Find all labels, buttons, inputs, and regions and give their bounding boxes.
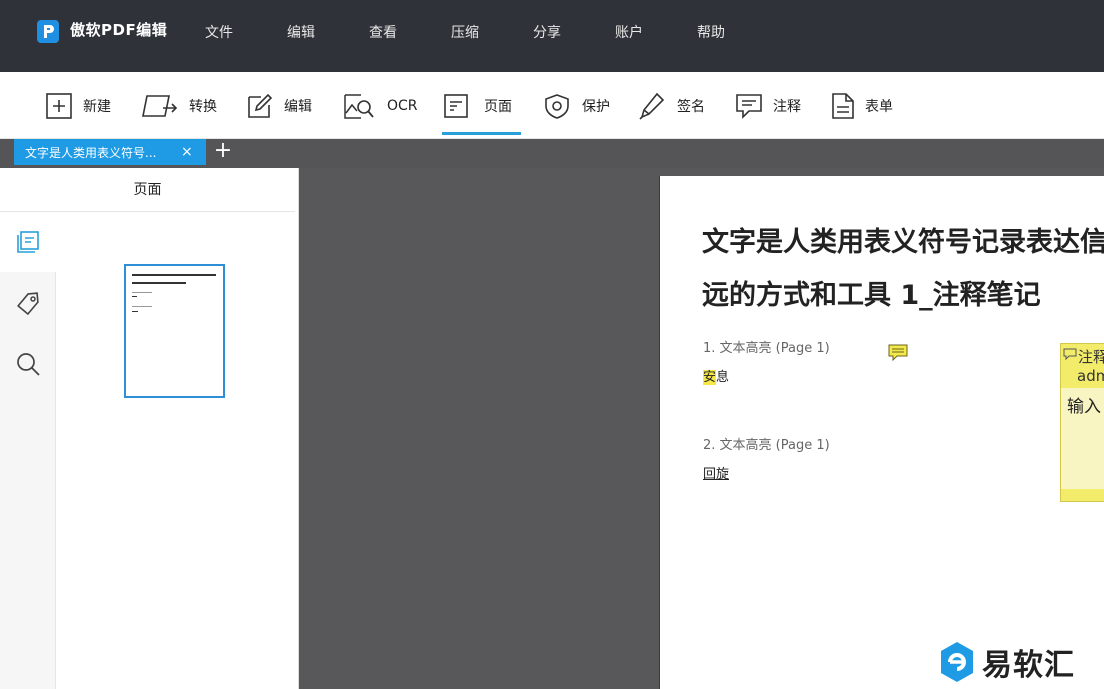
annotation-text[interactable]: 回旋	[703, 463, 729, 482]
tag-icon	[16, 292, 39, 316]
document-viewer: 文字是人类用表义符号记录表达信 远的方式和工具 1_注释笔记 1. 文本高亮 (…	[299, 168, 1104, 689]
page-thumbnail-icon	[16, 231, 39, 253]
ocr-scan-icon	[344, 93, 374, 119]
ocr-button[interactable]: OCR	[343, 72, 418, 139]
document-title-line-1: 文字是人类用表义符号记录表达信	[702, 227, 1104, 258]
toolbar: 新建 转换 编辑 OCR 页面 保护 签名 注释 表单	[0, 72, 1104, 139]
menu-view[interactable]: 查看	[369, 22, 397, 42]
plus-square-icon	[46, 92, 72, 119]
note-comment-icon[interactable]	[888, 344, 908, 366]
annotation-text: 安息	[703, 366, 729, 385]
search-icon	[17, 353, 40, 376]
convert-label: 转换	[189, 98, 217, 115]
watermark-text: 易软汇	[982, 648, 1075, 683]
new-button[interactable]: 新建	[45, 72, 111, 139]
pdf-page: 文字是人类用表义符号记录表达信 远的方式和工具 1_注释笔记 1. 文本高亮 (…	[659, 176, 1104, 689]
ocr-label: OCR	[387, 97, 418, 114]
sign-label: 签名	[677, 98, 705, 115]
search-button[interactable]	[0, 334, 56, 394]
annotation-heading: 1. 文本高亮 (Page 1)	[703, 341, 830, 356]
new-label: 新建	[83, 98, 111, 115]
document-tab-strip: 文字是人类用表义符号... × +	[0, 139, 1104, 168]
panel-title: 页面	[0, 168, 295, 212]
watermark: 易软汇	[938, 640, 1075, 684]
menu-edit[interactable]: 编辑	[287, 22, 315, 42]
note-popup-footer	[1061, 489, 1104, 501]
form-label: 表单	[865, 98, 893, 115]
document-tab[interactable]: 文字是人类用表义符号... ×	[14, 139, 206, 165]
edit-button[interactable]: 编辑	[246, 72, 312, 139]
page-label: 页面	[484, 98, 512, 115]
add-tab-button[interactable]: +	[213, 140, 233, 163]
thumb-text-line	[132, 306, 152, 307]
pen-icon	[639, 92, 665, 120]
app-logo-icon	[37, 20, 59, 43]
note-text-input[interactable]: 输入	[1067, 392, 1101, 417]
page-thumbnail[interactable]	[124, 264, 225, 398]
annotate-label: 注释	[773, 98, 801, 115]
thumb-title-line	[132, 274, 216, 276]
left-panel: 页面	[0, 168, 299, 689]
side-rail	[0, 212, 56, 689]
protect-button[interactable]: 保护	[543, 72, 610, 139]
menu-file[interactable]: 文件	[205, 22, 233, 42]
comment-icon	[736, 93, 762, 119]
page-thumbnails-button[interactable]	[0, 212, 56, 272]
protect-label: 保护	[582, 98, 610, 115]
menu-compress[interactable]: 压缩	[451, 22, 479, 42]
note-author: adm	[1077, 367, 1104, 385]
menu-share[interactable]: 分享	[533, 22, 561, 42]
menu-account[interactable]: 账户	[615, 22, 643, 42]
page-icon	[444, 93, 468, 118]
note-popup[interactable]: 注释 adm 输入	[1060, 343, 1104, 502]
document-title-line-2: 远的方式和工具 1_注释笔记	[702, 280, 1041, 311]
menu-help[interactable]: 帮助	[697, 22, 725, 42]
edit-label: 编辑	[284, 98, 312, 115]
thumb-text-line	[132, 292, 152, 293]
sign-button[interactable]: 签名	[638, 72, 705, 139]
highlighted-text[interactable]: 安	[703, 370, 717, 385]
annotation-heading: 2. 文本高亮 (Page 1)	[703, 438, 830, 453]
page-button[interactable]: 页面	[442, 72, 521, 139]
annotation-text-rest: 息	[716, 370, 730, 385]
comment-mini-icon	[1063, 348, 1077, 360]
convert-icon	[142, 94, 178, 117]
document-tab-title: 文字是人类用表义符号...	[25, 145, 157, 160]
form-document-icon	[832, 92, 854, 119]
thumb-title-line	[132, 282, 186, 284]
close-icon[interactable]: ×	[181, 145, 193, 159]
shield-icon	[545, 93, 569, 119]
thumb-text-line	[132, 296, 137, 297]
watermark-logo-icon	[941, 642, 973, 682]
app-title: 傲软PDF编辑	[70, 21, 168, 39]
active-tab-indicator	[442, 132, 521, 135]
annotate-button[interactable]: 注释	[735, 72, 801, 139]
thumb-text-line	[132, 311, 138, 312]
note-title: 注释	[1078, 348, 1104, 366]
bookmarks-button[interactable]	[0, 274, 56, 334]
edit-pencil-icon	[248, 93, 273, 118]
menu-bar: 傲软PDF编辑 文件 编辑 查看 压缩 分享 账户 帮助	[0, 0, 1104, 72]
form-button[interactable]: 表单	[831, 72, 893, 139]
convert-button[interactable]: 转换	[141, 72, 217, 139]
